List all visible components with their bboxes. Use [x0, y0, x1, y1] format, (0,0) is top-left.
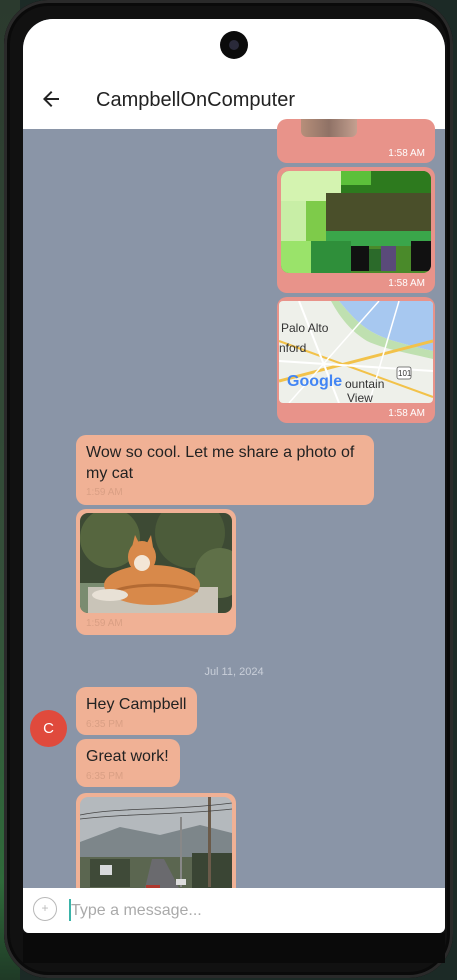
- message-image[interactable]: [281, 171, 431, 273]
- route-shield: 101: [398, 369, 412, 378]
- map-label: View: [347, 391, 373, 403]
- incoming-image-message[interactable]: 1:59 AM: [76, 509, 236, 635]
- message-time: 1:58 AM: [388, 148, 425, 159]
- page-title: CampbellOnComputer: [96, 89, 295, 111]
- map-label: Palo Alto: [281, 321, 329, 335]
- message-time: 1:59 AM: [86, 487, 123, 498]
- google-logo: Google: [287, 373, 343, 390]
- outgoing-map-message[interactable]: Palo Alto nford Google ountain View 101 …: [277, 297, 435, 423]
- phone-frame: CampbellOnComputer 1:58 AM 1:58 AM Palo …: [4, 0, 453, 978]
- front-camera: [220, 31, 248, 59]
- phone-bottom-bezel: [23, 933, 445, 963]
- message-time: 1:59 AM: [86, 618, 123, 629]
- incoming-text-message[interactable]: Wow so cool. Let me share a photo of my …: [76, 435, 374, 505]
- incoming-text-message[interactable]: Great work! 6:35 PM: [76, 739, 180, 787]
- message-time: 1:58 AM: [388, 408, 425, 419]
- composer-bar: +: [23, 888, 445, 933]
- message-time: 1:58 AM: [388, 278, 425, 289]
- incoming-text-message[interactable]: Hey Campbell 6:35 PM: [76, 687, 197, 735]
- message-image[interactable]: [301, 119, 357, 137]
- outgoing-image-message[interactable]: 1:58 AM: [277, 167, 435, 293]
- message-text: Wow so cool. Let me share a photo of my …: [86, 444, 355, 482]
- message-time: 6:35 PM: [86, 771, 124, 782]
- add-attachment-button[interactable]: +: [33, 897, 57, 921]
- message-time: 6:35 PM: [86, 719, 124, 730]
- cat-image: [80, 513, 232, 613]
- app-bar: CampbellOnComputer: [23, 19, 445, 129]
- message-text: Hey Campbell: [86, 696, 187, 713]
- map-image[interactable]: Palo Alto nford Google ountain View 101: [279, 301, 433, 403]
- chat-screen: CampbellOnComputer 1:58 AM 1:58 AM Palo …: [23, 19, 445, 933]
- message-text: Great work!: [86, 748, 169, 765]
- map-label: ountain: [345, 377, 385, 391]
- message-input[interactable]: [69, 898, 433, 924]
- outgoing-image-message[interactable]: 1:58 AM: [277, 119, 435, 163]
- date-separator: Jul 11, 2024: [204, 666, 264, 678]
- cat-photo[interactable]: [80, 513, 232, 613]
- arrow-left-icon[interactable]: [39, 87, 63, 111]
- avatar[interactable]: C: [30, 710, 67, 747]
- map-label: nford: [279, 341, 307, 355]
- message-list[interactable]: 1:58 AM 1:58 AM Palo Alto nford Google o…: [23, 119, 445, 913]
- pixel-art-image: [281, 171, 431, 273]
